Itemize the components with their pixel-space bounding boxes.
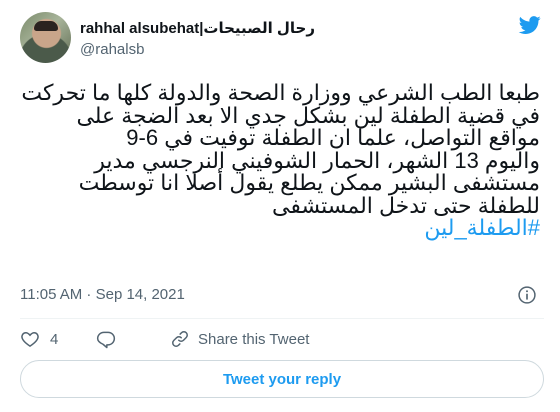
tweet-text-line: واليوم 13 الشهر، الحمار الشوفيني النرجسي…	[94, 147, 540, 173]
tweet-text-line: مستشفى البشير ممكن يطلع يقول أصلا انا تو…	[78, 170, 540, 195]
tweet-embed-card: rahhal alsubehat|رحال الصبيحات @rahalsb …	[0, 0, 560, 412]
author-handle[interactable]: @rahalsb	[80, 41, 144, 58]
author-avatar[interactable]	[20, 12, 71, 63]
tweet-your-reply-button[interactable]: Tweet your reply	[20, 360, 544, 398]
share-button[interactable]: Share this Tweet	[170, 327, 309, 351]
tweet-text-line: في قضية الطفلة لين بشكل جدي الا بعد الضج…	[76, 102, 540, 128]
like-count: 4	[50, 330, 59, 348]
tweet-text-line: للطفلة حتى تدخل المستشفى	[272, 192, 540, 218]
tweet-text-line: طبعا الطب الشرعي ووزارة الصحة والدولة كل…	[21, 80, 540, 105]
heart-icon	[21, 331, 39, 347]
tweet-text-line: مواقع التواصل، علما ان الطفلة توفيت في 6…	[126, 125, 540, 150]
link-icon	[172, 331, 188, 347]
tweet-text: طبعا الطب الشرعي ووزارة الصحة والدولة كل…	[16, 80, 540, 240]
info-icon[interactable]	[517, 285, 537, 305]
like-button[interactable]: 4	[20, 327, 58, 351]
hashtag-link[interactable]: #الطفلة_لين	[16, 216, 540, 240]
author-display-name[interactable]: rahhal alsubehat|رحال الصبيحات	[80, 19, 315, 37]
tweet-timestamp[interactable]: 11:05 AM · Sep 14, 2021	[20, 286, 185, 303]
share-label: Share this Tweet	[198, 330, 310, 348]
twitter-bird-icon[interactable]	[517, 14, 543, 36]
reply-icon	[96, 331, 116, 349]
reply-icon-button[interactable]	[96, 327, 116, 351]
divider	[20, 318, 544, 319]
